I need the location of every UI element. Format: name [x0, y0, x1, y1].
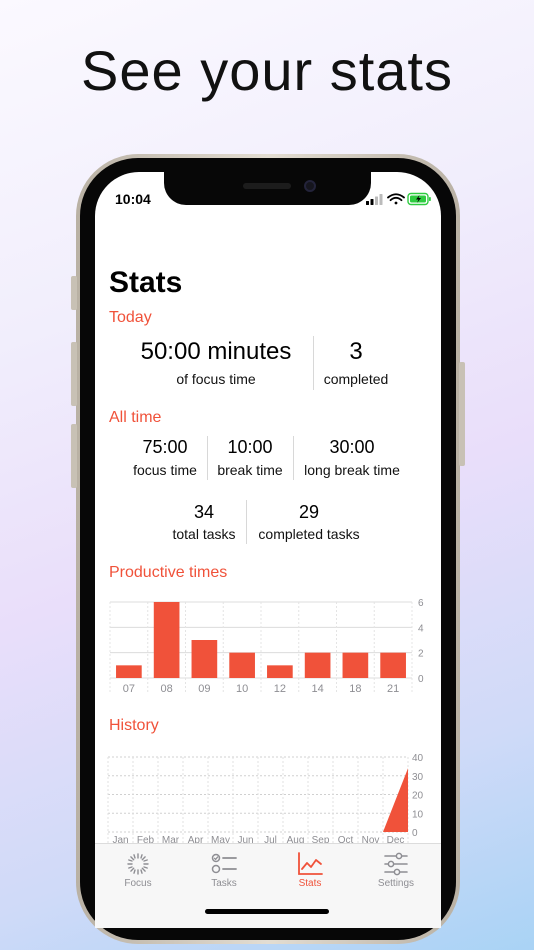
tab-bar: Focus Tasks Stats Settings	[95, 843, 441, 928]
battery-icon	[407, 192, 431, 206]
bar	[229, 652, 255, 678]
tab-settings-label: Settings	[377, 878, 415, 889]
all-time-focus-caption: focus time	[133, 462, 197, 478]
x-tick-label: 14	[312, 683, 324, 695]
wifi-icon	[387, 193, 405, 205]
y-tick-label: 0	[412, 828, 418, 839]
phone-volume-up	[71, 342, 77, 406]
history-chart: 403020100Jan Feb Mar Apr May Jun Jul Aug Sep Oct N…	[107, 753, 424, 846]
section-productive-label: Productive times	[109, 564, 228, 581]
x-tick-label: 21	[387, 683, 399, 695]
status-time: 10:04	[115, 191, 151, 207]
total-tasks-value: 34	[193, 502, 215, 522]
completed-tasks-caption: completed tasks	[258, 526, 360, 542]
x-tick-label: 18	[349, 683, 361, 695]
page-title: Stats	[109, 266, 183, 299]
total-tasks-caption: total tasks	[172, 526, 236, 542]
all-time-break-value: 10:00	[227, 437, 273, 457]
status-icons	[366, 192, 431, 206]
stats-icon	[298, 852, 323, 875]
x-tick-label: 10	[236, 683, 248, 695]
divider	[293, 436, 294, 480]
completed-tasks-value: 29	[298, 502, 320, 522]
all-time-long-break-value: 30:00	[329, 437, 375, 457]
tasks-icon	[211, 853, 237, 874]
x-tick-label: 07	[123, 683, 135, 695]
section-today-label: Today	[109, 309, 152, 326]
all-time-break-caption: break time	[217, 462, 283, 478]
home-indicator	[205, 909, 329, 914]
productive-times-chart: 6 4 2 0 07 08 09 10 12 14 18 21	[109, 598, 424, 695]
all-time-focus-value: 75:00	[142, 437, 188, 457]
y-tick-label: 20	[412, 791, 424, 802]
y-tick-label: 6	[418, 598, 424, 609]
section-all-time-label: All time	[109, 409, 162, 426]
divider	[313, 336, 314, 390]
focus-icon	[127, 853, 149, 875]
bar	[153, 602, 180, 678]
bar	[380, 652, 406, 678]
x-tick-label: 12	[274, 683, 286, 695]
bar	[191, 640, 218, 678]
phone-power-button	[459, 362, 465, 466]
tab-tasks-label: Tasks	[211, 878, 237, 889]
x-tick-label: 08	[161, 683, 173, 695]
y-tick-label: 0	[418, 674, 424, 685]
section-history-label: History	[109, 717, 159, 734]
bar	[267, 665, 293, 678]
y-tick-label: 2	[418, 649, 424, 660]
phone-volume-down	[71, 424, 77, 488]
headline: See your stats	[81, 39, 453, 102]
bar	[116, 665, 142, 678]
y-tick-label: 30	[412, 772, 424, 783]
divider	[246, 500, 247, 544]
bar	[304, 652, 331, 678]
today-completed-caption: completed	[323, 371, 389, 387]
settings-icon	[384, 852, 408, 876]
today-completed-value: 3	[349, 338, 363, 365]
y-tick-label: 4	[418, 623, 424, 634]
phone-side-button	[71, 276, 77, 310]
camera	[304, 180, 316, 192]
cellular-icon	[366, 194, 383, 205]
today-focus-value: 50:00 minutes	[140, 338, 292, 365]
all-time-long-break-caption: long break time	[304, 462, 400, 478]
bar	[342, 652, 369, 678]
y-tick-label: 40	[412, 753, 424, 764]
y-tick-label: 10	[412, 809, 424, 820]
tab-focus-label: Focus	[124, 878, 152, 889]
x-tick-label: 09	[198, 683, 210, 695]
speaker	[243, 183, 291, 189]
today-focus-caption: of focus time	[176, 371, 256, 387]
divider	[207, 436, 208, 480]
tab-stats-label: Stats	[298, 878, 322, 889]
